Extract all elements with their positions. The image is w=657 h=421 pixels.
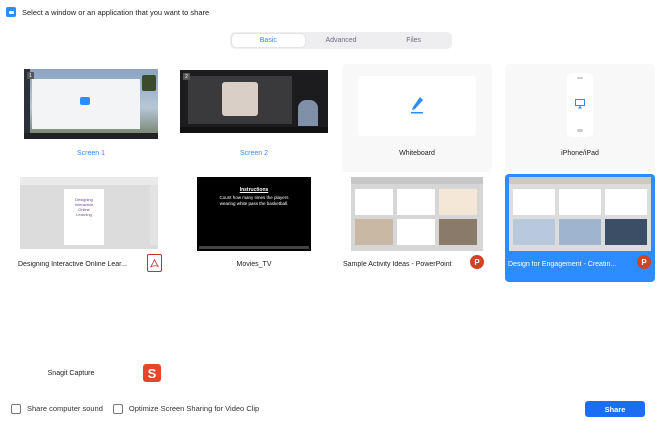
tile-screen-2[interactable]: 2 Screen 2 xyxy=(179,64,329,172)
tile-label: Whiteboard xyxy=(399,150,435,157)
pdf-title-line: Learning xyxy=(76,212,92,217)
tile-sample-activity-ppt[interactable]: Sample Activity Ideas - PowerPoint P xyxy=(342,174,492,282)
snagit-icon: S xyxy=(143,364,161,382)
tile-label: Movies_TV xyxy=(236,261,272,268)
pdf-thumbnail: Designing Interactive Online Learning xyxy=(20,177,158,249)
tile-label: Snagit Capture xyxy=(47,370,95,377)
share-sound-label: Share computer sound xyxy=(27,404,103,413)
movie-thumbnail: Instructions Count how many times the pl… xyxy=(197,177,311,251)
tile-designing-pdf[interactable]: Designing Interactive Online Learning De… xyxy=(16,174,166,282)
tile-iphone-ipad[interactable]: iPhone/iPad xyxy=(505,64,655,172)
tile-snagit-capture[interactable]: Snagit Capture S xyxy=(16,284,166,392)
tile-design-engagement-ppt[interactable]: Design for Engagement - Creatin... P xyxy=(505,174,655,282)
screen-number-badge: 1 xyxy=(27,72,34,79)
screen-2-thumbnail: 2 xyxy=(180,70,328,133)
whiteboard-thumbnail xyxy=(358,76,476,136)
tile-label: Screen 2 xyxy=(239,150,269,157)
screen-1-thumbnail: 1 xyxy=(24,69,158,139)
optimize-video-checkbox[interactable] xyxy=(112,403,123,414)
tile-screen-1[interactable]: 1 Screen 1 xyxy=(16,64,166,172)
movie-instructions-text: Count how many times the players wearing… xyxy=(219,195,289,206)
snagit-thumbnail xyxy=(16,284,166,362)
tile-movies-tv[interactable]: Instructions Count how many times the pl… xyxy=(179,174,329,282)
tile-label: Designing Interactive Online Lear... xyxy=(18,261,127,268)
screen-number-badge: 2 xyxy=(183,73,190,80)
phone-thumbnail xyxy=(567,73,593,137)
tile-whiteboard[interactable]: Whiteboard xyxy=(342,64,492,172)
pen-icon xyxy=(411,97,423,114)
powerpoint-icon: P xyxy=(470,255,484,269)
tile-label: Screen 1 xyxy=(76,150,106,157)
powerpoint-icon: P xyxy=(637,255,651,269)
tile-label: iPhone/iPad xyxy=(561,150,599,157)
optimize-video-label: Optimize Screen Sharing for Video Clip xyxy=(128,404,260,413)
tile-label: Design for Engagement - Creatin... xyxy=(508,261,617,268)
airplay-icon xyxy=(575,99,585,109)
share-footer: Share computer sound Optimize Screen Sha… xyxy=(0,396,657,421)
share-sound-checkbox[interactable] xyxy=(11,403,21,414)
ppt-thumbnail xyxy=(351,177,483,251)
share-options-grid: 1 Screen 1 2 Screen 2 Whiteboard iPhone/… xyxy=(0,0,657,400)
ppt-thumbnail xyxy=(509,177,651,251)
pdf-icon xyxy=(147,254,162,272)
share-button[interactable]: Share xyxy=(585,401,645,417)
tile-label: Sample Activity Ideas - PowerPoint xyxy=(343,261,452,268)
